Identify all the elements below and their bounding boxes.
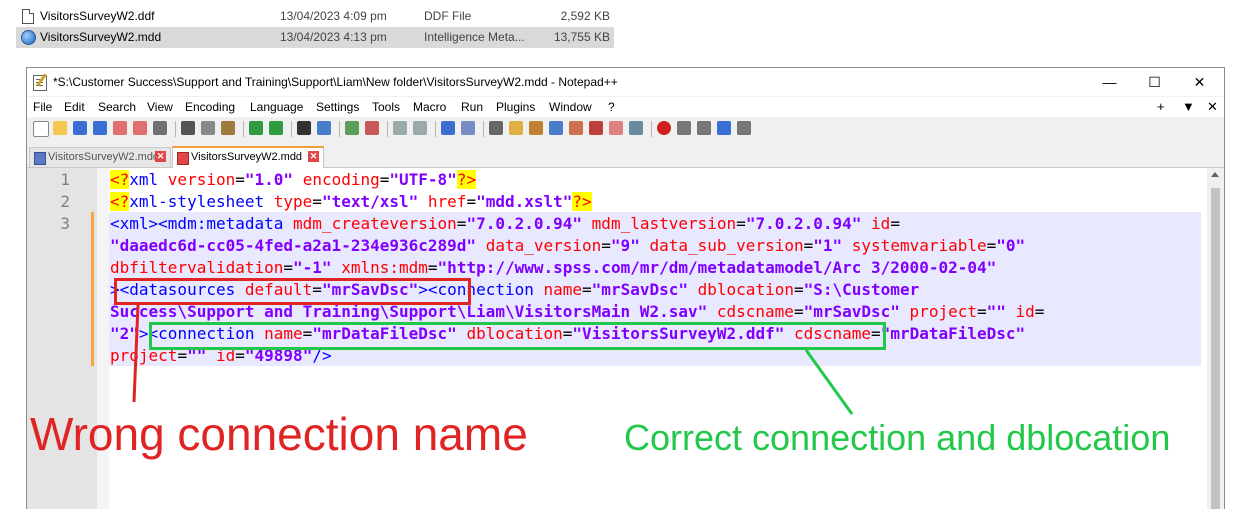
wrong-connection-label: Wrong connection name — [30, 408, 528, 460]
correct-connection-label: Correct connection and dblocation — [624, 417, 1171, 458]
green-pointer-line — [804, 349, 854, 415]
red-pointer-line — [132, 304, 140, 403]
